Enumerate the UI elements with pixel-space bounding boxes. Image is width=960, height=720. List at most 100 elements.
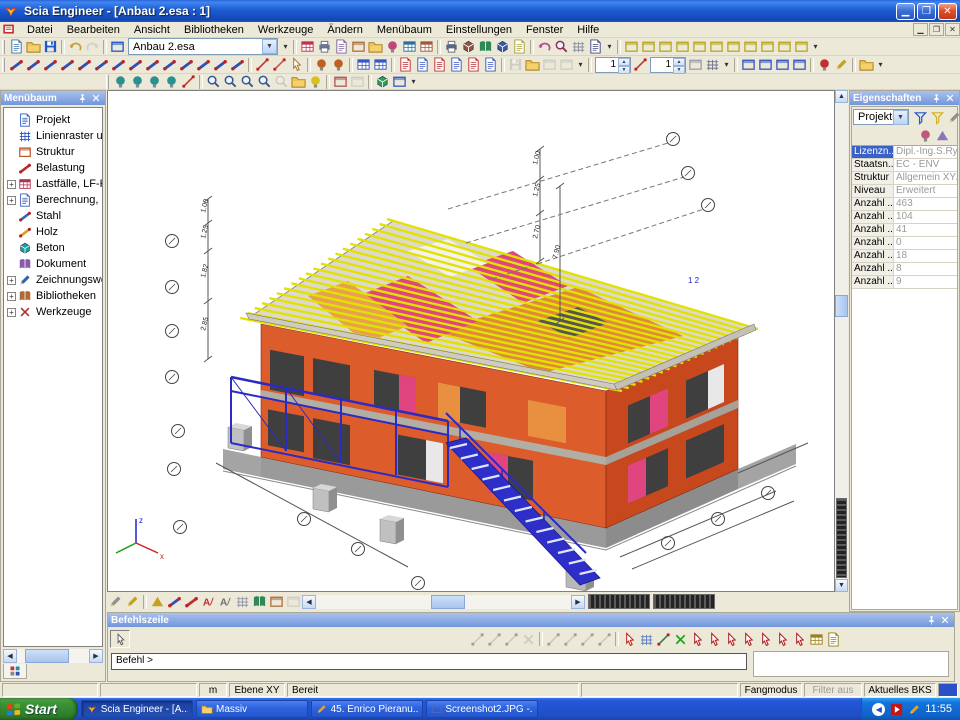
cut-member-icon[interactable] bbox=[178, 57, 195, 73]
expand-icon[interactable]: + bbox=[7, 180, 16, 189]
frame-template-5-icon[interactable] bbox=[691, 39, 708, 55]
scroll-left-icon[interactable]: ◀ bbox=[302, 595, 316, 609]
render-transparent-icon[interactable] bbox=[146, 74, 163, 90]
library-book-icon[interactable] bbox=[477, 39, 494, 55]
bim-toolbox-1-icon[interactable] bbox=[397, 57, 414, 73]
clipboard-dropdown-icon[interactable]: ▾ bbox=[575, 57, 586, 73]
extend-member-icon[interactable] bbox=[127, 57, 144, 73]
views-dropdown-icon[interactable]: ▾ bbox=[875, 57, 886, 73]
roof-angle-icon[interactable] bbox=[687, 57, 704, 73]
bim-toolbox-5-icon[interactable] bbox=[465, 57, 482, 73]
menu-fenster[interactable]: Fenster bbox=[519, 23, 570, 37]
snap-settings-icon[interactable] bbox=[621, 631, 638, 647]
render-picture-icon[interactable] bbox=[268, 594, 285, 610]
graphics-settings-icon[interactable] bbox=[384, 39, 401, 55]
toolbar-grip[interactable] bbox=[106, 75, 109, 89]
property-row[interactable]: Lizenzn...Dipl.-Ing.S.Ry... bbox=[852, 146, 957, 159]
frame-templates-dropdown-icon[interactable]: ▾ bbox=[810, 39, 821, 55]
link-nodes-icon[interactable] bbox=[313, 57, 330, 73]
scale-1-10-icon[interactable] bbox=[704, 57, 721, 73]
link-members-icon[interactable] bbox=[330, 57, 347, 73]
property-row[interactable]: NiveauErweitert bbox=[852, 185, 957, 198]
property-row[interactable]: Anzahl ...0 bbox=[852, 237, 957, 250]
tree-item-berechnung-fe-n[interactable]: +Berechnung, FE-N bbox=[6, 192, 102, 208]
tree-horizontal-scrollbar[interactable]: ◀ ▶ bbox=[3, 649, 103, 663]
scroll-left-icon[interactable]: ◀ bbox=[3, 649, 17, 663]
align-member-icon[interactable] bbox=[212, 57, 229, 73]
ucs-axis-icon[interactable] bbox=[180, 74, 197, 90]
mdi-restore-button[interactable]: ❐ bbox=[929, 23, 944, 36]
snap-endpoint-icon[interactable] bbox=[689, 631, 706, 647]
property-row[interactable]: Staatsn...EC - ENV bbox=[852, 159, 957, 172]
property-row[interactable]: Anzahl ...41 bbox=[852, 224, 957, 237]
export-document-icon[interactable] bbox=[511, 39, 528, 55]
tree-item-lastf-lle-lf-komb[interactable]: +Lastfälle, LF-Komb bbox=[6, 176, 102, 192]
snap-tangent-icon[interactable] bbox=[757, 631, 774, 647]
frame-template-8-icon[interactable] bbox=[742, 39, 759, 55]
bim-toolbox-6-icon[interactable] bbox=[482, 57, 499, 73]
track-coordinates-icon[interactable] bbox=[825, 631, 842, 647]
task-enrico-document[interactable]: 45. Enrico Pieranu... bbox=[311, 700, 423, 718]
scroll-right-icon[interactable]: ▶ bbox=[571, 595, 585, 609]
filter-a-icon[interactable] bbox=[541, 57, 558, 73]
save-project-icon[interactable] bbox=[42, 39, 59, 55]
dot-grid-icon[interactable] bbox=[638, 631, 655, 647]
menu-bibliotheken[interactable]: Bibliotheken bbox=[177, 23, 251, 37]
delete-grid-icon[interactable] bbox=[672, 631, 689, 647]
frame-template-1-icon[interactable] bbox=[623, 39, 640, 55]
ortho-mode-icon[interactable] bbox=[655, 631, 672, 647]
open-project-icon[interactable] bbox=[25, 39, 42, 55]
print-preview-icon[interactable] bbox=[333, 39, 350, 55]
3d-view[interactable]: 1.00 1.25 1.82 2.85 1.00 1.25 2.70 7.90 … bbox=[107, 90, 835, 592]
tree-item-struktur[interactable]: Struktur bbox=[6, 144, 102, 160]
render-wireframe-icon[interactable] bbox=[112, 74, 129, 90]
show-load-labels-icon[interactable] bbox=[183, 594, 200, 610]
hinge-icon[interactable] bbox=[271, 57, 288, 73]
snap-intersection-icon[interactable] bbox=[723, 631, 740, 647]
tile-windows-icon[interactable] bbox=[757, 57, 774, 73]
frame-template-10-icon[interactable] bbox=[776, 39, 793, 55]
zoom-previous-icon[interactable] bbox=[273, 74, 290, 90]
cascade-windows-icon[interactable] bbox=[740, 57, 757, 73]
combo-dropdown-icon[interactable]: ▼ bbox=[893, 110, 908, 125]
menu-bearbeiten[interactable]: Bearbeiten bbox=[60, 23, 127, 37]
frame-template-7-icon[interactable] bbox=[725, 39, 742, 55]
spin-up-icon[interactable]: ▲ bbox=[673, 58, 685, 66]
tray-paint-icon[interactable] bbox=[907, 702, 921, 716]
zoom-out-icon[interactable] bbox=[222, 74, 239, 90]
copy-picture-icon[interactable] bbox=[349, 74, 366, 90]
send-to-action-icon[interactable] bbox=[934, 127, 951, 143]
tray-expand-icon[interactable]: ◀ bbox=[872, 703, 885, 716]
mirror-member-icon[interactable] bbox=[59, 57, 76, 73]
project-combo[interactable]: Anbau 2.esa ▼ bbox=[128, 38, 278, 55]
tree-item-bibliotheken[interactable]: +Bibliotheken bbox=[6, 288, 102, 304]
member-query-icon[interactable] bbox=[587, 39, 604, 55]
document-print-icon[interactable] bbox=[443, 39, 460, 55]
tray-media-icon[interactable] bbox=[889, 702, 903, 716]
close-button[interactable]: ✕ bbox=[938, 3, 957, 20]
toolbar-grip[interactable] bbox=[2, 40, 5, 54]
frame-template-11-icon[interactable] bbox=[793, 39, 810, 55]
status-filter[interactable]: Filter aus bbox=[804, 683, 862, 697]
close-icon[interactable] bbox=[89, 92, 102, 104]
calculation-icon[interactable] bbox=[536, 39, 553, 55]
view-zoom-bar-2[interactable] bbox=[653, 594, 715, 609]
window-list-dropdown-icon[interactable]: ▾ bbox=[280, 39, 291, 55]
scrollbar-thumb[interactable] bbox=[835, 295, 848, 317]
menu-menuebaum[interactable]: Menübaum bbox=[370, 23, 439, 37]
befehlszeile-header[interactable]: Befehlszeile bbox=[108, 613, 954, 627]
pin-icon[interactable] bbox=[930, 92, 943, 104]
picture-gallery-icon[interactable] bbox=[350, 39, 367, 55]
rotate-member-icon[interactable] bbox=[76, 57, 93, 73]
frame-template-9-icon[interactable] bbox=[759, 39, 776, 55]
trim-member-icon[interactable] bbox=[110, 57, 127, 73]
spin-down-icon[interactable]: ▼ bbox=[618, 66, 630, 74]
task-screenshot-image[interactable]: Screenshot2.JPG -... bbox=[426, 700, 538, 718]
start-button[interactable]: Start bbox=[0, 698, 78, 720]
dimension-member-icon[interactable] bbox=[229, 57, 246, 73]
select-cursor-button[interactable] bbox=[110, 630, 130, 648]
tree-item-beton[interactable]: Beton bbox=[6, 240, 102, 256]
draw-polyline-icon[interactable] bbox=[486, 631, 503, 647]
snap-edge-icon[interactable] bbox=[791, 631, 808, 647]
combo-dropdown-icon[interactable]: ▼ bbox=[262, 39, 277, 54]
